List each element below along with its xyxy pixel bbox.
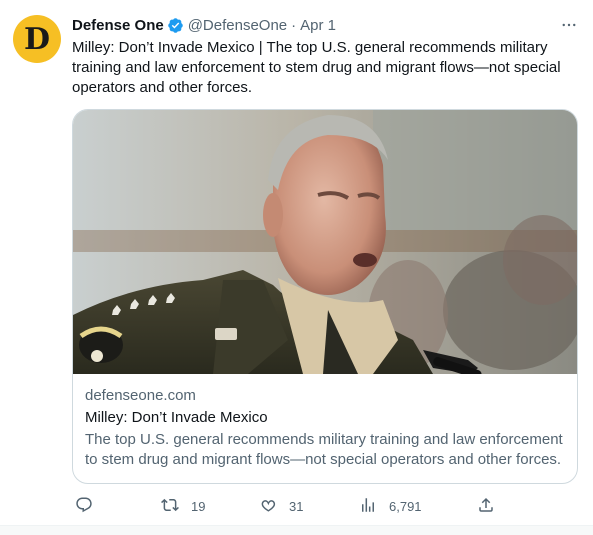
views-button[interactable]: 6,791 [359,494,422,518]
share-button[interactable] [477,494,495,518]
retweet-icon [161,496,179,517]
analytics-icon [359,496,377,517]
card-image[interactable] [73,110,577,374]
more-options-icon[interactable] [558,14,580,36]
tweet[interactable]: D Defense One @DefenseOne · Apr 1 Milley… [0,0,593,525]
avatar[interactable]: D [13,15,61,63]
heart-icon [259,496,277,517]
tweet-header: Defense One @DefenseOne · Apr 1 [72,15,336,35]
timeline-divider [0,525,593,535]
card-title: Milley: Don’t Invade Mexico [85,409,268,426]
header-separator: · [291,16,297,34]
retweet-count: 19 [191,498,206,514]
link-card[interactable]: defenseone.com Milley: Don’t Invade Mexi… [72,109,578,484]
views-count: 6,791 [389,498,422,514]
like-count: 31 [289,498,304,514]
tweet-date[interactable]: Apr 1 [300,17,336,34]
retweet-button[interactable]: 19 [161,494,205,518]
tweet-text: Milley: Don’t Invade Mexico | The top U.… [72,39,561,96]
card-meta: defenseone.com Milley: Don’t Invade Mexi… [85,386,569,470]
action-bar: 19 31 6,791 [72,494,502,518]
card-description: The top U.S. general recommends military… [85,431,563,468]
reply-icon [75,496,93,517]
verified-badge-icon [167,17,184,34]
card-domain: defenseone.com [85,387,196,404]
display-name[interactable]: Defense One [72,17,164,34]
author-handle[interactable]: @DefenseOne [188,17,287,34]
avatar-letter: D [23,21,50,57]
reply-button[interactable] [75,494,105,518]
like-button[interactable]: 31 [259,494,303,518]
share-icon [477,496,495,517]
